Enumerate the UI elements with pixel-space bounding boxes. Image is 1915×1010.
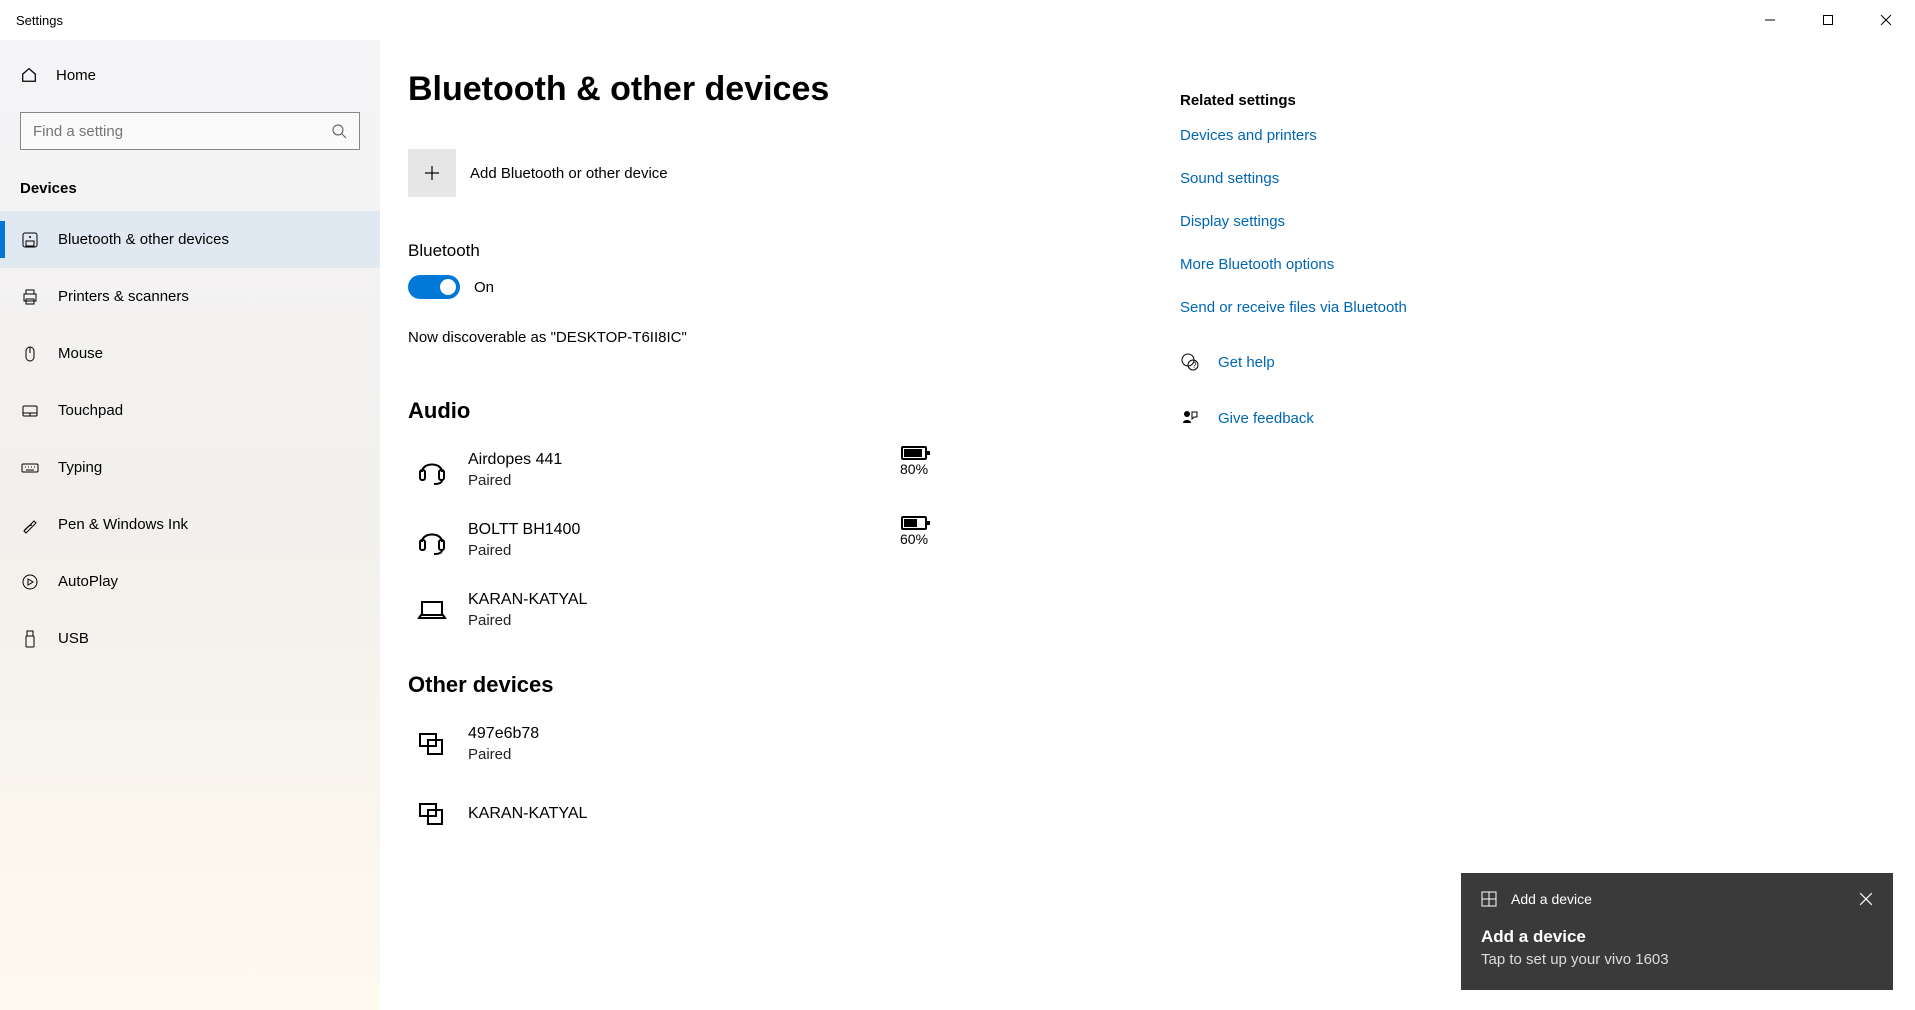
battery-icon — [901, 516, 927, 530]
device-name: Airdopes 441 — [468, 451, 562, 469]
content-area: Bluetooth & other devices Add Bluetooth … — [380, 40, 1915, 1010]
add-device-label: Add Bluetooth or other device — [470, 165, 668, 182]
home-icon — [20, 66, 38, 84]
sidebar-item-printers[interactable]: Printers & scanners — [0, 268, 380, 325]
device-icon — [414, 724, 450, 764]
related-panel: Related settings Devices and printers So… — [1180, 92, 1520, 442]
minimize-icon — [1764, 14, 1776, 26]
headset-icon — [414, 520, 450, 560]
related-heading: Related settings — [1180, 92, 1520, 109]
device-row[interactable]: Airdopes 441 Paired 80% — [408, 442, 1148, 512]
device-status: Paired — [468, 612, 587, 629]
bluetooth-devices-icon — [20, 230, 40, 250]
device-name: KARAN-KATYAL — [468, 805, 587, 823]
device-name: KARAN-KATYAL — [468, 591, 587, 609]
device-name: 497e6b78 — [468, 725, 539, 743]
device-row[interactable]: KARAN-KATYAL — [408, 786, 1148, 856]
device-row[interactable]: KARAN-KATYAL Paired — [408, 582, 1148, 652]
search-icon — [331, 123, 347, 139]
toast-app-name: Add a device — [1511, 891, 1845, 907]
sidebar: Home Devices Bluetooth & other devices P… — [0, 40, 380, 1010]
sidebar-item-mouse[interactable]: Mouse — [0, 325, 380, 382]
search-box[interactable] — [20, 112, 360, 150]
sidebar-item-label: Bluetooth & other devices — [58, 231, 229, 248]
sidebar-home-label: Home — [56, 67, 96, 84]
usb-icon — [20, 629, 40, 649]
headset-icon — [414, 450, 450, 490]
link-more-bluetooth[interactable]: More Bluetooth options — [1180, 256, 1520, 273]
sidebar-item-touchpad[interactable]: Touchpad — [0, 382, 380, 439]
device-battery: 80% — [900, 446, 928, 477]
link-send-receive-bluetooth[interactable]: Send or receive files via Bluetooth — [1180, 299, 1520, 316]
bluetooth-label: Bluetooth — [408, 241, 1148, 261]
touchpad-icon — [20, 401, 40, 421]
sidebar-item-bluetooth[interactable]: Bluetooth & other devices — [0, 211, 380, 268]
sidebar-item-label: USB — [58, 630, 89, 647]
autoplay-icon — [20, 572, 40, 592]
help-icon: ? — [1180, 352, 1200, 372]
sidebar-section-heading: Devices — [0, 168, 380, 211]
close-icon — [1880, 14, 1892, 26]
device-row[interactable]: 497e6b78 Paired — [408, 716, 1148, 786]
sidebar-item-label: AutoPlay — [58, 573, 118, 590]
toast-close-button[interactable] — [1859, 892, 1873, 906]
device-status: Paired — [468, 472, 562, 489]
add-tile — [408, 149, 456, 197]
printer-icon — [20, 287, 40, 307]
sidebar-item-autoplay[interactable]: AutoPlay — [0, 553, 380, 610]
bluetooth-toggle[interactable] — [408, 275, 460, 299]
battery-percent: 80% — [900, 461, 928, 477]
sidebar-item-label: Typing — [58, 459, 102, 476]
device-row[interactable]: BOLTT BH1400 Paired 60% — [408, 512, 1148, 582]
get-help-link[interactable]: Get help — [1218, 354, 1275, 371]
maximize-icon — [1822, 14, 1834, 26]
battery-icon — [901, 446, 927, 460]
device-status: Paired — [468, 746, 539, 763]
window-controls — [1741, 0, 1915, 40]
sidebar-item-label: Pen & Windows Ink — [58, 516, 188, 533]
sidebar-item-typing[interactable]: Typing — [0, 439, 380, 496]
minimize-button[interactable] — [1741, 0, 1799, 40]
window-title: Settings — [16, 13, 63, 28]
pen-icon — [20, 515, 40, 535]
sidebar-item-label: Printers & scanners — [58, 288, 189, 305]
toast-app-icon — [1481, 891, 1497, 907]
laptop-icon — [414, 590, 450, 630]
sidebar-item-usb[interactable]: USB — [0, 610, 380, 667]
give-feedback-link[interactable]: Give feedback — [1218, 410, 1314, 427]
search-input[interactable] — [33, 123, 331, 140]
maximize-button[interactable] — [1799, 0, 1857, 40]
link-display-settings[interactable]: Display settings — [1180, 213, 1520, 230]
audio-heading: Audio — [408, 398, 1148, 424]
keyboard-icon — [20, 458, 40, 478]
svg-text:?: ? — [1192, 361, 1197, 370]
battery-percent: 60% — [900, 531, 928, 547]
sidebar-home[interactable]: Home — [0, 52, 380, 98]
link-devices-printers[interactable]: Devices and printers — [1180, 127, 1520, 144]
close-button[interactable] — [1857, 0, 1915, 40]
plus-icon — [422, 163, 442, 183]
feedback-icon — [1180, 408, 1200, 428]
bluetooth-toggle-state: On — [474, 279, 494, 296]
sidebar-item-label: Touchpad — [58, 402, 123, 419]
notification-toast[interactable]: Add a device Add a device Tap to set up … — [1461, 873, 1893, 990]
device-status: Paired — [468, 542, 580, 559]
titlebar: Settings — [0, 0, 1915, 40]
toast-subtitle: Tap to set up your vivo 1603 — [1481, 951, 1873, 968]
page-title: Bluetooth & other devices — [408, 70, 1915, 109]
device-battery: 60% — [900, 516, 928, 547]
sidebar-item-pen[interactable]: Pen & Windows Ink — [0, 496, 380, 553]
link-sound-settings[interactable]: Sound settings — [1180, 170, 1520, 187]
discoverable-text: Now discoverable as "DESKTOP-T6II8IC" — [408, 329, 1148, 346]
device-name: BOLTT BH1400 — [468, 521, 580, 539]
device-icon — [414, 794, 450, 834]
mouse-icon — [20, 344, 40, 364]
sidebar-item-label: Mouse — [58, 345, 103, 362]
other-heading: Other devices — [408, 672, 1148, 698]
add-device-button[interactable]: Add Bluetooth or other device — [408, 149, 1148, 197]
give-feedback-row[interactable]: Give feedback — [1180, 408, 1520, 428]
get-help-row[interactable]: ? Get help — [1180, 352, 1520, 372]
toast-title: Add a device — [1481, 927, 1873, 947]
